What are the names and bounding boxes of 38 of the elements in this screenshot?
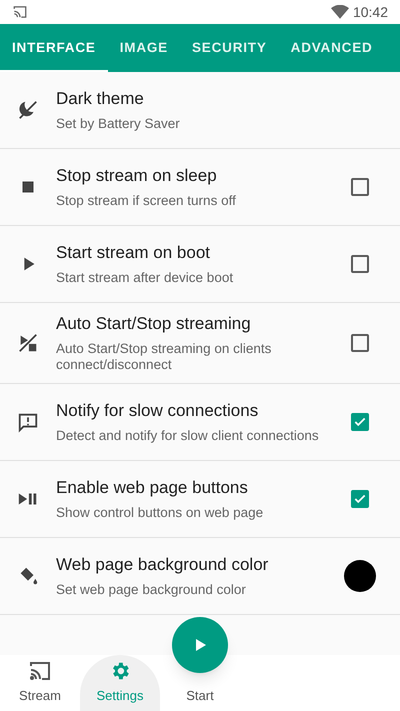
setting-summary: Auto Start/Stop streaming on clients connect/disconnect [56,341,272,373]
setting-title: Notify for slow connections [56,400,260,422]
nav-label[interactable]: Start [186,686,214,705]
cast-icon [12,5,28,19]
setting-row[interactable]: Enable web page buttons Show control buttons on web page [0,461,400,538]
checkbox[interactable] [351,490,369,508]
check-icon [353,492,367,506]
setting-row[interactable]: Auto Start/Stop streaming Auto Start/Stop streaming on clients connect/disconnect [0,303,400,384]
setting-title: Enable web page buttons [56,477,249,499]
checkbox[interactable] [351,334,369,352]
color-swatch[interactable] [344,560,376,592]
crossed-moon-icon [17,99,39,121]
setting-title: Dark theme [56,88,145,110]
setting-row[interactable]: Notify for slow connections Detect and notify for slow client connections [0,384,400,461]
setting-row[interactable]: Stop stream on sleep Stop stream if screen turns off [0,149,400,226]
setting-summary: Detect and notify for slow client connections [56,428,320,444]
checkbox[interactable] [351,178,369,196]
setting-title: Auto Start/Stop streaming [56,313,252,335]
setting-summary: Stop stream if screen turns off [56,193,237,209]
setting-summary: Set by Battery Saver [56,116,181,132]
setting-row[interactable]: Start stream on boot Start stream after device boot [0,226,400,303]
cast-icon [28,660,52,682]
checkbox[interactable] [351,413,369,431]
checkbox[interactable] [351,255,369,273]
setting-summary: Start stream after device boot [56,270,234,286]
wifi-icon [330,5,349,19]
setting-title: Stop stream on sleep [56,165,218,187]
clock: 10:42 [352,2,388,22]
check-icon [353,415,367,429]
setting-summary: Show control buttons on web page [56,505,264,521]
setting-summary: Set web page background color [56,582,247,598]
message-alert-icon [17,411,39,433]
setting-row[interactable]: Web page background color Set web page background color [0,538,400,615]
setting-row[interactable]: Dark theme Set by Battery Saver [0,72,400,149]
nav-item[interactable]: Stream [0,655,80,711]
play-stop-icon [17,332,39,354]
setting-title: Start stream on boot [56,242,212,264]
setting-title: Web page background color [56,554,270,576]
